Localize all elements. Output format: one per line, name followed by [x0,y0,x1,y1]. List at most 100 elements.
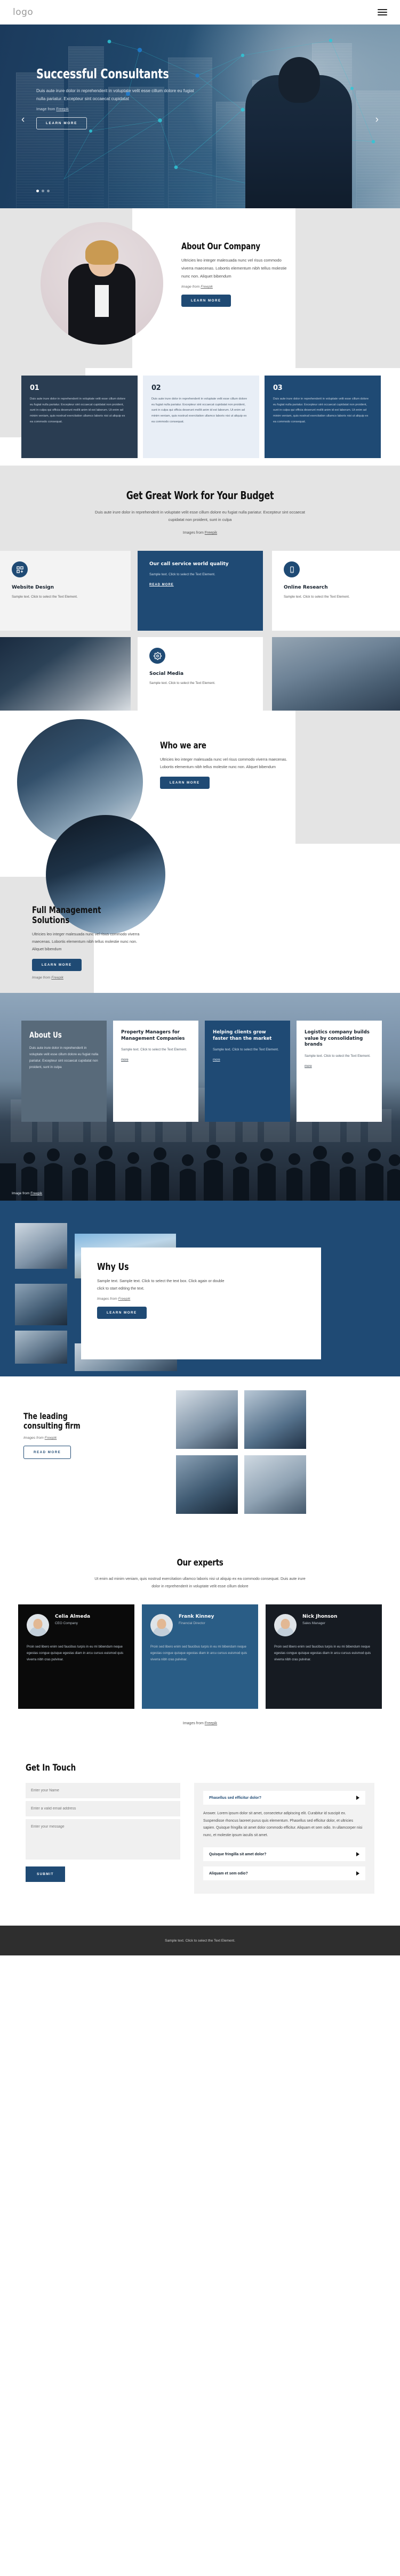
budget-credit: Images from Freepik [0,531,400,535]
why-us-credit-prefix: Images from [97,1297,118,1301]
who-grey-panel [295,711,400,844]
hero-credit: Image from Freepik [36,108,212,111]
leading-image-4 [244,1455,306,1514]
service-text: Sample text. Click to select the Text El… [149,572,215,576]
email-input[interactable] [26,1801,180,1817]
freepik-link[interactable]: Freepik [201,285,213,289]
avatar [150,1614,173,1637]
freepik-link[interactable]: Freepik [205,1722,217,1725]
freepik-link[interactable]: Freepik [30,1192,42,1195]
expert-bio: Proin sed libero enim sed faucibus turpi… [274,1645,371,1662]
avatar [27,1614,49,1637]
leading-image-grid [176,1390,306,1514]
budget-subtitle: Duis aute irure dolor in reprehenderit i… [95,510,305,523]
experts-credit-prefix: Images from [182,1722,205,1726]
fms-learn-more-button[interactable]: LEARN MORE [32,959,82,972]
expert-role: Financial Director [179,1621,205,1626]
faq-question: Quisque fringilla sit amet dolor? [209,1852,267,1856]
full-management-section: Full Management Solutions Ultricies leo … [0,815,400,993]
faq-item[interactable]: Aliquam et sem odio? [203,1866,365,1881]
expert-card: Nick Jhonson Sales Manager Proin sed lib… [266,1604,382,1709]
numbered-cards-section: 01 Duis aute irure dolor in reprehenderi… [0,368,400,466]
expert-bio: Proin sed libero enim sed faucibus turpi… [150,1645,247,1662]
leading-image-3 [176,1455,238,1514]
service-card-social-media[interactable]: Social Media Sample text. Click to selec… [138,637,263,711]
leading-image-1 [176,1390,238,1449]
service-image-city [272,637,400,711]
about-us-card-logistics[interactable]: Logistics company builds value by consol… [297,1021,382,1122]
more-link[interactable]: more [305,1065,312,1068]
landing-page: logo Successful Consultants Duis aute ir… [0,0,400,1956]
why-us-credit: Images from Freepik [97,1297,305,1301]
service-text: Sample text. Click to select the Text El… [284,595,350,599]
experts-row: Celia Almeda CEO Company Proin sed liber… [0,1604,400,1709]
expert-role: Sales Manager [302,1621,325,1626]
chevron-right-icon [356,1871,359,1876]
freepik-link[interactable]: Freepik [56,108,68,111]
about-credit: Image from Freepik [181,285,293,289]
banner-people-silhouettes [0,1145,400,1201]
site-logo[interactable]: logo [13,7,33,18]
service-card-website-design[interactable]: Website Design Sample text. Click to sel… [0,551,131,631]
name-input[interactable] [26,1783,180,1799]
service-text: Sample text. Click to select the Text El… [12,595,78,599]
who-learn-more-button[interactable]: LEARN MORE [160,777,210,789]
contact-section: Get In Touch SUBMIT Phasellus sed effici… [0,1749,400,1926]
service-card-online-research[interactable]: Online Research Sample text. Click to se… [272,551,400,631]
carousel-prev-icon[interactable]: ‹ [21,114,25,126]
leading-credit-prefix: Images from [23,1436,45,1440]
banner-credit-prefix: Image from [12,1192,31,1196]
carousel-next-icon[interactable]: › [375,114,379,126]
more-link[interactable]: more [213,1058,220,1062]
why-us-learn-more-button[interactable]: LEARN MORE [97,1307,147,1319]
about-company-section: About Our Company Ultricies leo integer … [0,208,400,368]
service-title: Our call service world quality [149,561,229,567]
leading-read-more-button[interactable]: READ MORE [23,1445,71,1459]
about-us-card-text: Duis aute irure dolor in reprehenderit i… [29,1046,99,1069]
contact-grid: SUBMIT Phasellus sed efficitur dolor? An… [0,1783,400,1894]
faq-item[interactable]: Phasellus sed efficitur dolor? [203,1791,365,1805]
submit-button[interactable]: SUBMIT [26,1866,65,1882]
read-more-link[interactable]: READ MORE [149,583,174,586]
service-title: Website Design [12,585,54,591]
expert-name: Frank Kinney [179,1614,214,1620]
service-card-call-service[interactable]: Our call service world quality Sample te… [138,551,263,631]
about-us-card-title: Property Managers for Management Compani… [121,1030,185,1041]
gear-icon [149,648,165,664]
more-link[interactable]: more [121,1058,129,1062]
about-us-card-property-managers[interactable]: Property Managers for Management Compani… [113,1021,198,1122]
about-learn-more-button[interactable]: LEARN MORE [181,295,231,307]
budget-credit-prefix: Images from [182,531,205,535]
hero-learn-more-button[interactable]: LEARN MORE [36,117,87,130]
freepik-link[interactable]: Freepik [205,531,217,535]
freepik-link[interactable]: Freepik [118,1297,131,1301]
faq-answer: Answer. Lorem ipsum dolor sit amet, cons… [203,1812,363,1837]
number-card-02: 02 Duis aute irure dolor in reprehenderi… [143,376,259,458]
freepik-link[interactable]: Freepik [45,1436,57,1440]
leading-firm-section: The leading consulting firm Images from … [0,1376,400,1531]
carousel-dots[interactable] [36,190,50,192]
expert-name: Nick Jhonson [302,1614,338,1620]
faq-question: Aliquam et sem odio? [209,1871,248,1876]
freepik-link[interactable]: Freepik [51,976,63,980]
about-us-card-text: Sample text. Click to select the Text El… [213,1048,279,1052]
service-title: Online Research [284,585,328,591]
fms-text-block: Full Management Solutions Ultricies leo … [32,906,155,980]
about-body: Ultricies leo integer malesuada nunc vel… [181,258,287,279]
about-us-card-text: Sample text. Click to select the Text El… [121,1048,187,1052]
hamburger-icon[interactable] [378,9,387,15]
number-card-text: Duis aute irure dolor in reprehenderit i… [151,397,247,423]
about-us-banner: About Us Duis aute irure dolor in repreh… [0,993,400,1201]
about-us-card-text: Sample text. Click to select the Text El… [305,1054,371,1058]
why-us-section: Why Us Sample text. Sample text. Click t… [0,1201,400,1377]
faq-item[interactable]: Quisque fringilla sit amet dolor? [203,1847,365,1862]
message-input[interactable] [26,1819,180,1860]
number-label: 02 [151,384,161,392]
why-us-image-1 [15,1223,67,1269]
leading-title-line1: The leading [23,1411,68,1422]
hero-title: Successful Consultants [36,66,169,81]
grid-plus-icon [12,561,28,578]
fms-title: Full Management Solutions [32,906,139,926]
service-text: Sample text. Click to select the Text El… [149,681,215,686]
about-us-card-helping-clients[interactable]: Helping clients grow faster than the mar… [205,1021,290,1122]
